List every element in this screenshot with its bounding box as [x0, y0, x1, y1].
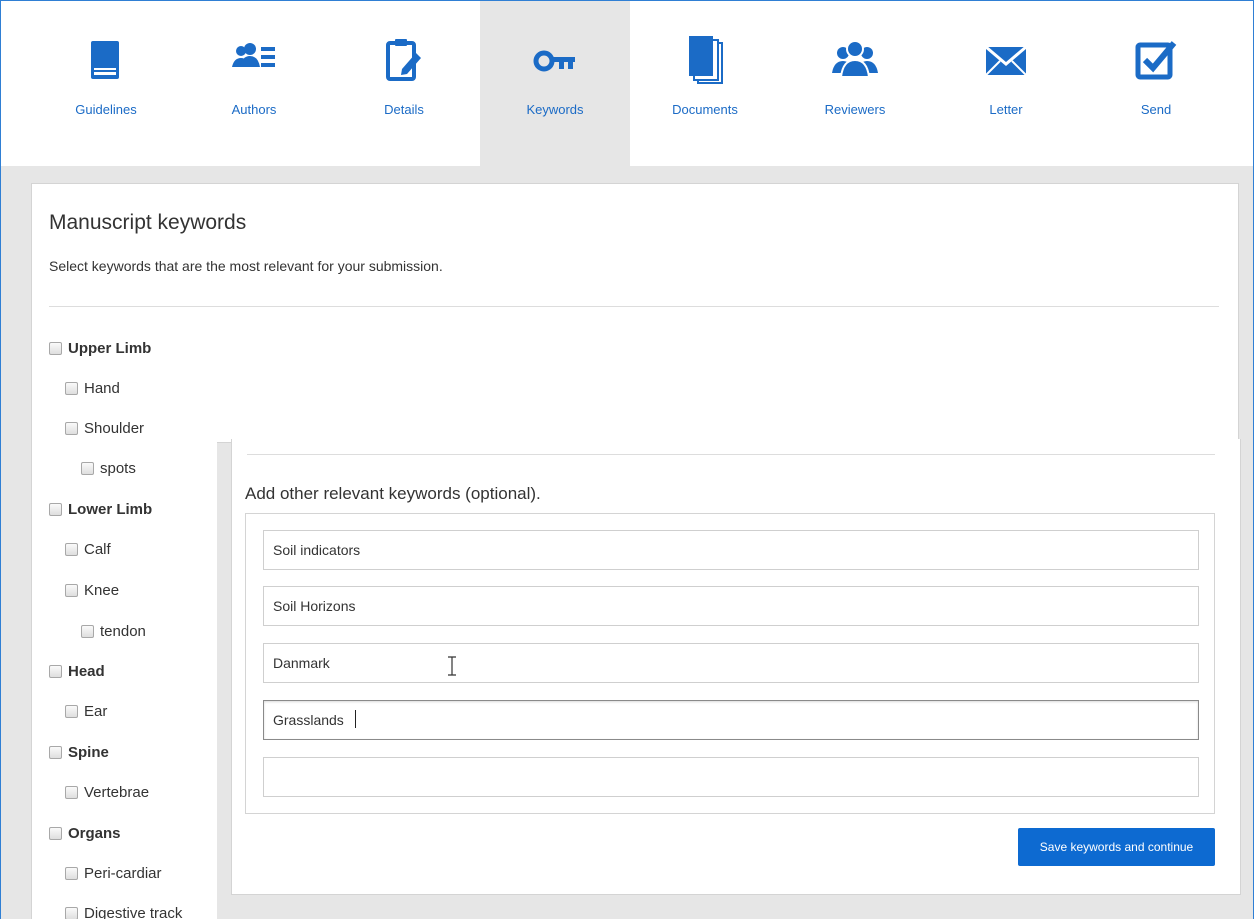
checkbox[interactable] — [65, 381, 78, 395]
keyword-vertebrae[interactable]: Vertebrae — [65, 781, 149, 803]
checkbox[interactable] — [65, 785, 78, 799]
checkbox[interactable] — [65, 421, 78, 435]
keyword-label: Shoulder — [84, 419, 145, 437]
step-navigation: Guidelines Authors Details Keywords Docu — [1, 1, 1253, 166]
keyword-peri-cardiar[interactable]: Peri-cardiar — [65, 862, 162, 884]
checkbox[interactable] — [65, 704, 78, 718]
keyword-organs[interactable]: Organs — [49, 822, 121, 844]
checkbox-edit-icon — [1130, 35, 1182, 87]
checkbox[interactable] — [49, 664, 62, 678]
clipboard-edit-icon — [378, 35, 430, 87]
keyword-tendon[interactable]: tendon — [81, 620, 146, 642]
step-label: Letter — [989, 102, 1023, 117]
keyword-input-4[interactable] — [263, 700, 1199, 740]
keyword-label: Head — [68, 662, 105, 680]
keyword-input-3[interactable] — [263, 643, 1199, 683]
keyword-hand[interactable]: Hand — [65, 377, 120, 399]
i-beam-cursor-icon — [447, 656, 457, 676]
step-letter[interactable]: Letter — [931, 1, 1081, 166]
keyword-label: Digestive track — [84, 904, 183, 919]
envelope-icon — [980, 35, 1032, 87]
step-documents[interactable]: Documents — [630, 1, 780, 166]
divider — [247, 454, 1215, 455]
keyword-digestive-track[interactable]: Digestive track — [65, 902, 182, 919]
step-details[interactable]: Details — [329, 1, 479, 166]
keyword-label: Calf — [84, 540, 111, 558]
checkbox[interactable] — [49, 745, 62, 759]
keyword-spine[interactable]: Spine — [49, 741, 109, 763]
optional-keywords-title: Add other relevant keywords (optional). — [245, 484, 541, 503]
keyword-lower-limb[interactable]: Lower Limb — [49, 498, 152, 520]
keyword-label: tendon — [100, 622, 146, 640]
keyword-knee[interactable]: Knee — [65, 579, 119, 601]
checkbox[interactable] — [49, 502, 62, 516]
checkbox[interactable] — [81, 624, 94, 638]
step-guidelines[interactable]: Guidelines — [31, 1, 181, 166]
step-label: Authors — [231, 102, 277, 117]
step-label: Documents — [672, 102, 738, 117]
keyword-label: Vertebrae — [84, 783, 150, 801]
keyword-spots[interactable]: spots — [81, 457, 136, 479]
step-label: Details — [384, 102, 424, 117]
divider — [49, 306, 1219, 307]
step-label: Guidelines — [75, 102, 137, 117]
checkbox[interactable] — [49, 826, 62, 840]
step-reviewers[interactable]: Reviewers — [780, 1, 930, 166]
keyword-input-5[interactable] — [263, 757, 1199, 797]
step-label: Send — [1140, 102, 1172, 117]
submission-wizard: Guidelines Authors Details Keywords Docu — [0, 0, 1254, 919]
page-title: Manuscript keywords — [49, 211, 247, 234]
checkbox[interactable] — [65, 583, 78, 597]
keyword-head[interactable]: Head — [49, 660, 105, 682]
step-send[interactable]: Send — [1081, 1, 1231, 166]
keyword-label: Organs — [68, 824, 121, 842]
keyword-label: Upper Limb — [68, 339, 152, 357]
page-subtitle: Select keywords that are the most releva… — [49, 258, 443, 274]
keyword-ear[interactable]: Ear — [65, 700, 107, 722]
checkbox[interactable] — [65, 542, 78, 556]
keyword-label: Knee — [84, 581, 120, 599]
keyword-shoulder[interactable]: Shoulder — [65, 417, 144, 439]
checkbox[interactable] — [49, 341, 62, 355]
keyword-input-2[interactable] — [263, 586, 1199, 626]
step-label: Reviewers — [824, 102, 886, 117]
key-icon — [529, 35, 581, 87]
users-group-icon — [829, 35, 881, 87]
checkbox[interactable] — [65, 866, 78, 880]
step-keywords[interactable]: Keywords — [480, 1, 630, 166]
checkbox[interactable] — [65, 906, 78, 919]
step-label: Keywords — [526, 102, 584, 117]
keyword-label: spots — [100, 459, 136, 477]
text-caret — [355, 710, 356, 728]
keyword-input-1[interactable] — [263, 530, 1199, 570]
book-icon — [80, 35, 132, 87]
keyword-label: Lower Limb — [68, 500, 153, 518]
keyword-upper-limb[interactable]: Upper Limb — [49, 337, 151, 359]
authors-list-icon — [228, 35, 280, 87]
checkbox[interactable] — [81, 461, 94, 475]
keyword-label: Peri-cardiar — [84, 864, 162, 882]
keyword-label: Hand — [84, 379, 120, 397]
step-authors[interactable]: Authors — [179, 1, 329, 166]
documents-stack-icon — [679, 35, 731, 87]
keyword-label: Spine — [68, 743, 109, 761]
keyword-label: Ear — [84, 702, 108, 720]
keyword-calf[interactable]: Calf — [65, 538, 111, 560]
save-keywords-button[interactable]: Save keywords and continue — [1018, 828, 1215, 866]
